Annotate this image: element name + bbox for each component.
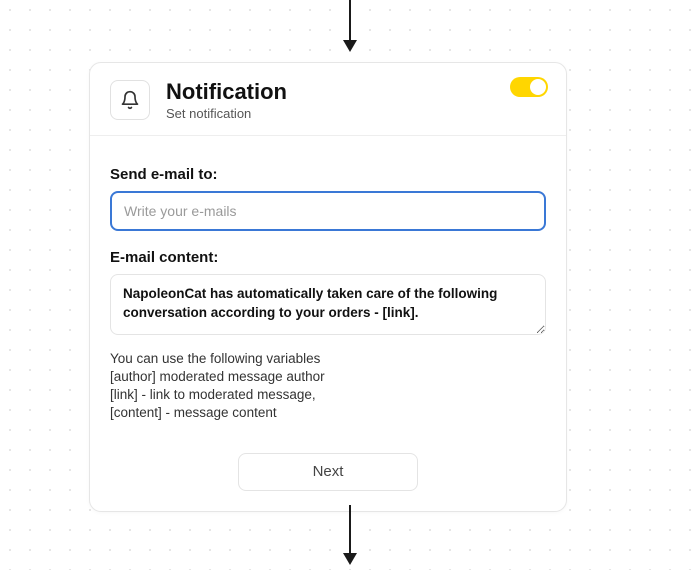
bell-icon — [110, 80, 150, 120]
content-field-label: E-mail content: — [110, 249, 546, 266]
arrow-down-icon — [343, 553, 357, 565]
toggle-knob — [530, 79, 546, 95]
variables-hint: You can use the following variables [aut… — [110, 350, 546, 423]
card-body: Send e-mail to: E-mail content: You can … — [90, 136, 566, 510]
flow-connector-top — [349, 0, 351, 40]
card-subtitle: Set notification — [166, 106, 546, 121]
email-content-textarea[interactable] — [110, 274, 546, 334]
flow-connector-bottom — [349, 505, 351, 553]
notification-toggle[interactable] — [510, 77, 548, 97]
card-title-block: Notification Set notification — [166, 79, 546, 121]
arrow-down-icon — [343, 40, 357, 52]
email-field-label: Send e-mail to: — [110, 166, 546, 183]
notification-node-card: Notification Set notification Send e-mai… — [89, 62, 567, 512]
card-title: Notification — [166, 79, 546, 104]
card-header: Notification Set notification — [90, 63, 566, 136]
next-button[interactable]: Next — [238, 453, 418, 491]
email-input[interactable] — [110, 191, 546, 231]
